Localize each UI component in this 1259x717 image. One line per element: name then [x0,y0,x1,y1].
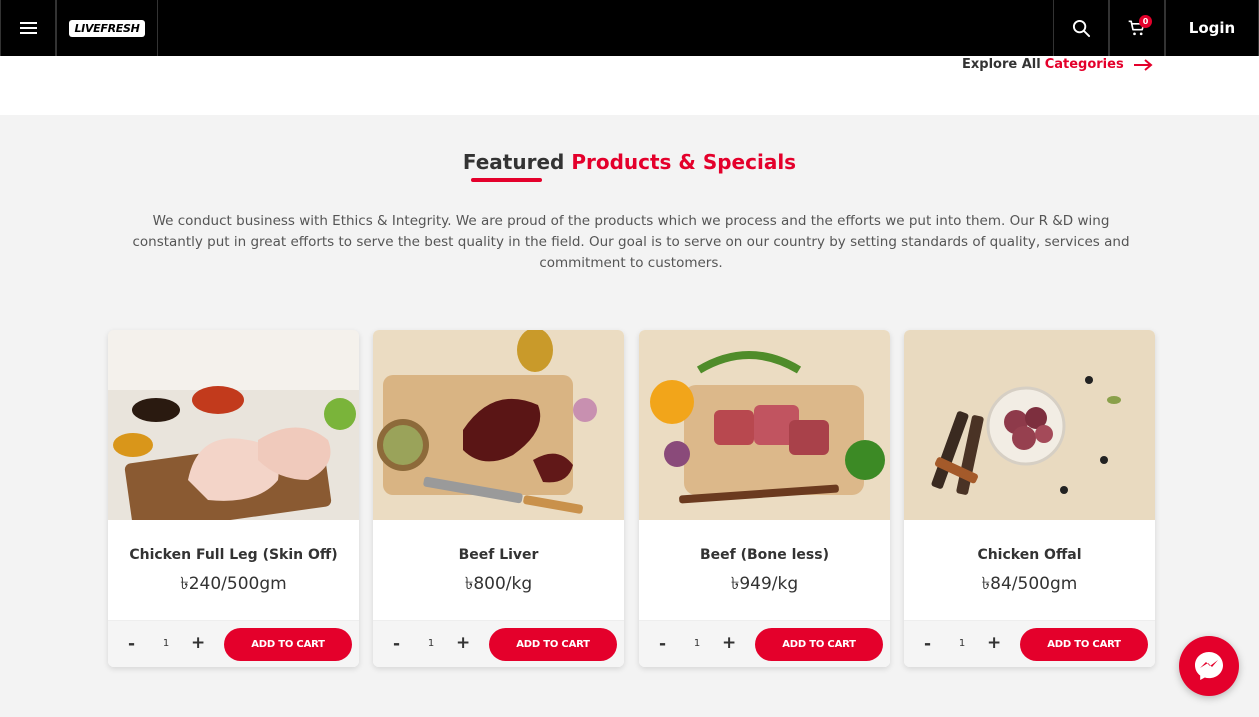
card-actions: - 1 + ADD TO CART [904,620,1155,667]
qty-value[interactable]: 1 [160,638,172,649]
featured-section-title: Featured Products & Specials [0,150,1259,174]
add-to-cart-button[interactable]: ADD TO CART [224,628,352,661]
add-to-cart-button[interactable]: ADD TO CART [1020,628,1148,661]
qty-increase-button[interactable]: + [987,633,1001,653]
product-name[interactable]: Chicken Full Leg (Skin Off) [108,547,359,563]
qty-increase-button[interactable]: + [191,633,205,653]
brand-logo: LIVEFRESH [69,19,145,37]
product-card: Beef Liver ৳800/kg - 1 + ADD TO CART [373,330,624,667]
product-card: Beef (Bone less) ৳949/kg - 1 + ADD TO CA… [639,330,890,667]
product-price: ৳800/kg [464,574,533,594]
product-image-chicken-leg [108,330,359,520]
add-to-cart-button[interactable]: ADD TO CART [489,628,617,661]
product-image-beef-boneless [639,330,890,520]
qty-increase-button[interactable]: + [456,633,470,653]
qty-decrease-button[interactable]: - [659,634,666,654]
messenger-icon [1195,652,1223,680]
product-name[interactable]: Beef (Bone less) [639,547,890,563]
arrow-right-icon [1133,58,1153,71]
title-dark-part: Featured [462,150,565,174]
menu-icon [19,19,37,37]
qty-value[interactable]: 1 [956,638,968,649]
qty-decrease-button[interactable]: - [393,634,400,654]
cart-button[interactable]: 0 [1109,0,1165,56]
card-actions: - 1 + ADD TO CART [373,620,624,667]
product-price: ৳949/kg [730,574,799,594]
qty-value[interactable]: 1 [691,638,703,649]
product-image-chicken-offal [904,330,1155,520]
featured-description: We conduct business with Ethics & Integr… [132,213,1130,271]
qty-decrease-button[interactable]: - [128,634,135,654]
product-card: Chicken Offal ৳84/500gm - 1 + ADD TO CAR… [904,330,1155,667]
product-name[interactable]: Chicken Offal [904,547,1155,563]
search-button[interactable] [1053,0,1109,56]
qty-increase-button[interactable]: + [722,633,736,653]
title-red-part: Products & Specials [571,150,797,174]
explore-all-categories-link[interactable]: Explore All Categories [962,57,1153,72]
product-name[interactable]: Beef Liver [373,547,624,563]
login-button[interactable]: Login [1165,0,1259,56]
title-underline [471,178,542,182]
search-icon [1072,19,1090,37]
qty-value[interactable]: 1 [425,638,437,649]
menu-button[interactable] [0,0,56,56]
product-price: ৳84/500gm [981,574,1078,594]
cart-count-badge: 0 [1139,15,1152,28]
explore-highlight: Categories [1044,57,1124,72]
explore-prefix: Explore All [962,57,1041,72]
add-to-cart-button[interactable]: ADD TO CART [755,628,883,661]
card-actions: - 1 + ADD TO CART [639,620,890,667]
product-card: Chicken Full Leg (Skin Off) ৳240/500gm -… [108,330,359,667]
card-actions: - 1 + ADD TO CART [108,620,359,667]
product-price: ৳240/500gm [180,574,287,594]
logo-link[interactable]: LIVEFRESH [56,0,158,56]
product-image-beef-liver [373,330,624,520]
qty-decrease-button[interactable]: - [924,634,931,654]
messenger-chat-button[interactable] [1179,636,1239,696]
top-navigation-bar: LIVEFRESH 0 Login [0,0,1259,56]
